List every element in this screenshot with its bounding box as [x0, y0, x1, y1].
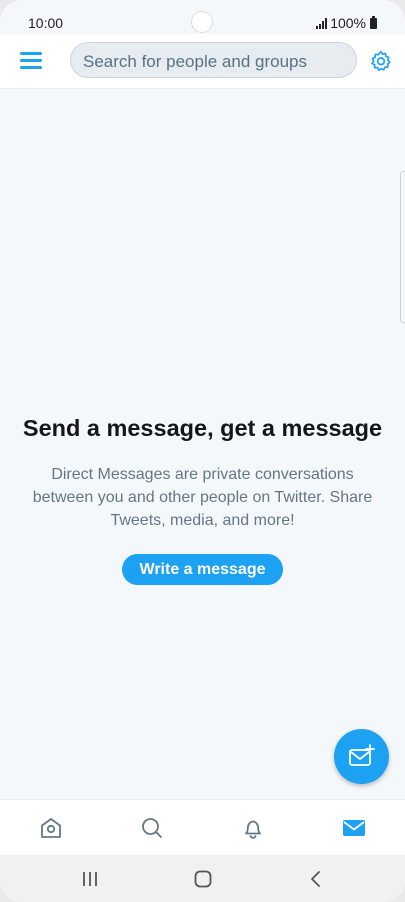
battery-icon — [370, 15, 377, 29]
new-message-fab[interactable] — [334, 729, 389, 784]
bell-icon — [245, 820, 261, 839]
app-bar: Search for people and groups — [0, 34, 405, 89]
status-time: 10:00 — [28, 15, 64, 31]
empty-state-description: Direct Messages are private conversation… — [32, 466, 373, 529]
recent-apps-button[interactable] — [80, 870, 100, 888]
back-button[interactable] — [306, 870, 326, 888]
write-message-button[interactable]: Write a message — [122, 554, 283, 585]
search-input[interactable]: Search for people and groups — [70, 42, 357, 78]
home-button-icon — [194, 870, 212, 888]
menu-button[interactable] — [20, 51, 44, 71]
home-icon — [41, 818, 61, 838]
scroll-handle[interactable] — [400, 171, 405, 323]
tab-notifications[interactable] — [240, 815, 266, 841]
tab-search[interactable] — [139, 815, 165, 841]
search-icon — [142, 818, 162, 838]
settings-button[interactable] — [369, 49, 393, 73]
back-icon — [311, 871, 320, 887]
hamburger-icon — [20, 52, 42, 55]
empty-state-title: Send a message, get a message — [22, 415, 383, 441]
system-home-button[interactable] — [193, 870, 213, 888]
camera-cutout — [192, 12, 212, 32]
signal-icon — [316, 17, 328, 29]
tab-home[interactable] — [38, 815, 64, 841]
recent-apps-icon — [83, 872, 97, 886]
messages-main: Send a message, get a message Direct Mes… — [0, 89, 405, 799]
battery-percent: 100% — [330, 15, 366, 31]
tab-messages[interactable] — [341, 815, 367, 841]
new-message-icon — [349, 744, 375, 766]
bottom-tab-bar — [0, 799, 405, 856]
phone-screen: 10:00 100% Search for people and groups … — [0, 0, 405, 902]
status-indicators: 100% — [316, 15, 377, 31]
status-bar: 10:00 100% — [0, 0, 405, 34]
system-nav-bar — [0, 855, 405, 902]
gear-icon — [371, 50, 391, 72]
mail-icon — [343, 820, 365, 836]
